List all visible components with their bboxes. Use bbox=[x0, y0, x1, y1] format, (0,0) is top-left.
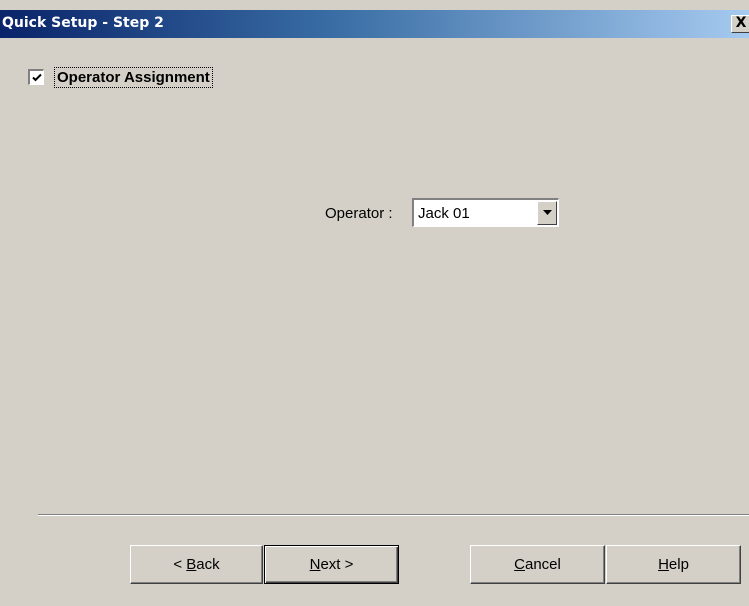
operator-dropdown-button[interactable] bbox=[537, 201, 557, 225]
cancel-button-mnemonic: C bbox=[514, 556, 525, 573]
cancel-button-rest: ancel bbox=[524, 556, 561, 573]
operator-assignment-label[interactable]: Operator Assignment bbox=[54, 66, 213, 88]
operator-select[interactable]: Jack 01 bbox=[412, 198, 559, 227]
next-button-mnemonic: N bbox=[309, 556, 321, 573]
close-icon: X bbox=[735, 15, 747, 31]
operator-assignment-checkbox-row[interactable]: Operator Assignment bbox=[28, 64, 213, 90]
separator-line bbox=[38, 514, 749, 516]
checkmark-icon bbox=[32, 73, 42, 82]
help-button[interactable]: Help bbox=[606, 545, 741, 584]
operator-label: Operator : bbox=[325, 205, 393, 222]
window-title: Quick Setup - Step 2 bbox=[2, 15, 164, 31]
help-button-mnemonic: H bbox=[658, 556, 669, 573]
back-button-prefix: < bbox=[173, 556, 187, 573]
close-button[interactable]: X bbox=[731, 15, 749, 33]
back-button-mnemonic: B bbox=[186, 556, 197, 573]
back-button-rest: ack bbox=[196, 556, 220, 573]
back-button[interactable]: < Back bbox=[130, 545, 263, 584]
title-bar[interactable]: Quick Setup - Step 2 X bbox=[0, 10, 749, 38]
help-button-rest: elp bbox=[668, 556, 689, 573]
dropdown-arrow-icon bbox=[543, 210, 552, 215]
next-button-rest: ext > bbox=[320, 556, 354, 573]
cancel-button[interactable]: Cancel bbox=[470, 545, 605, 584]
next-button[interactable]: Next > bbox=[264, 545, 399, 584]
operator-assignment-checkbox[interactable] bbox=[28, 69, 44, 85]
operator-select-value: Jack 01 bbox=[418, 205, 470, 222]
quick-setup-dialog: Quick Setup - Step 2 X Operator Assignme… bbox=[0, 0, 749, 606]
